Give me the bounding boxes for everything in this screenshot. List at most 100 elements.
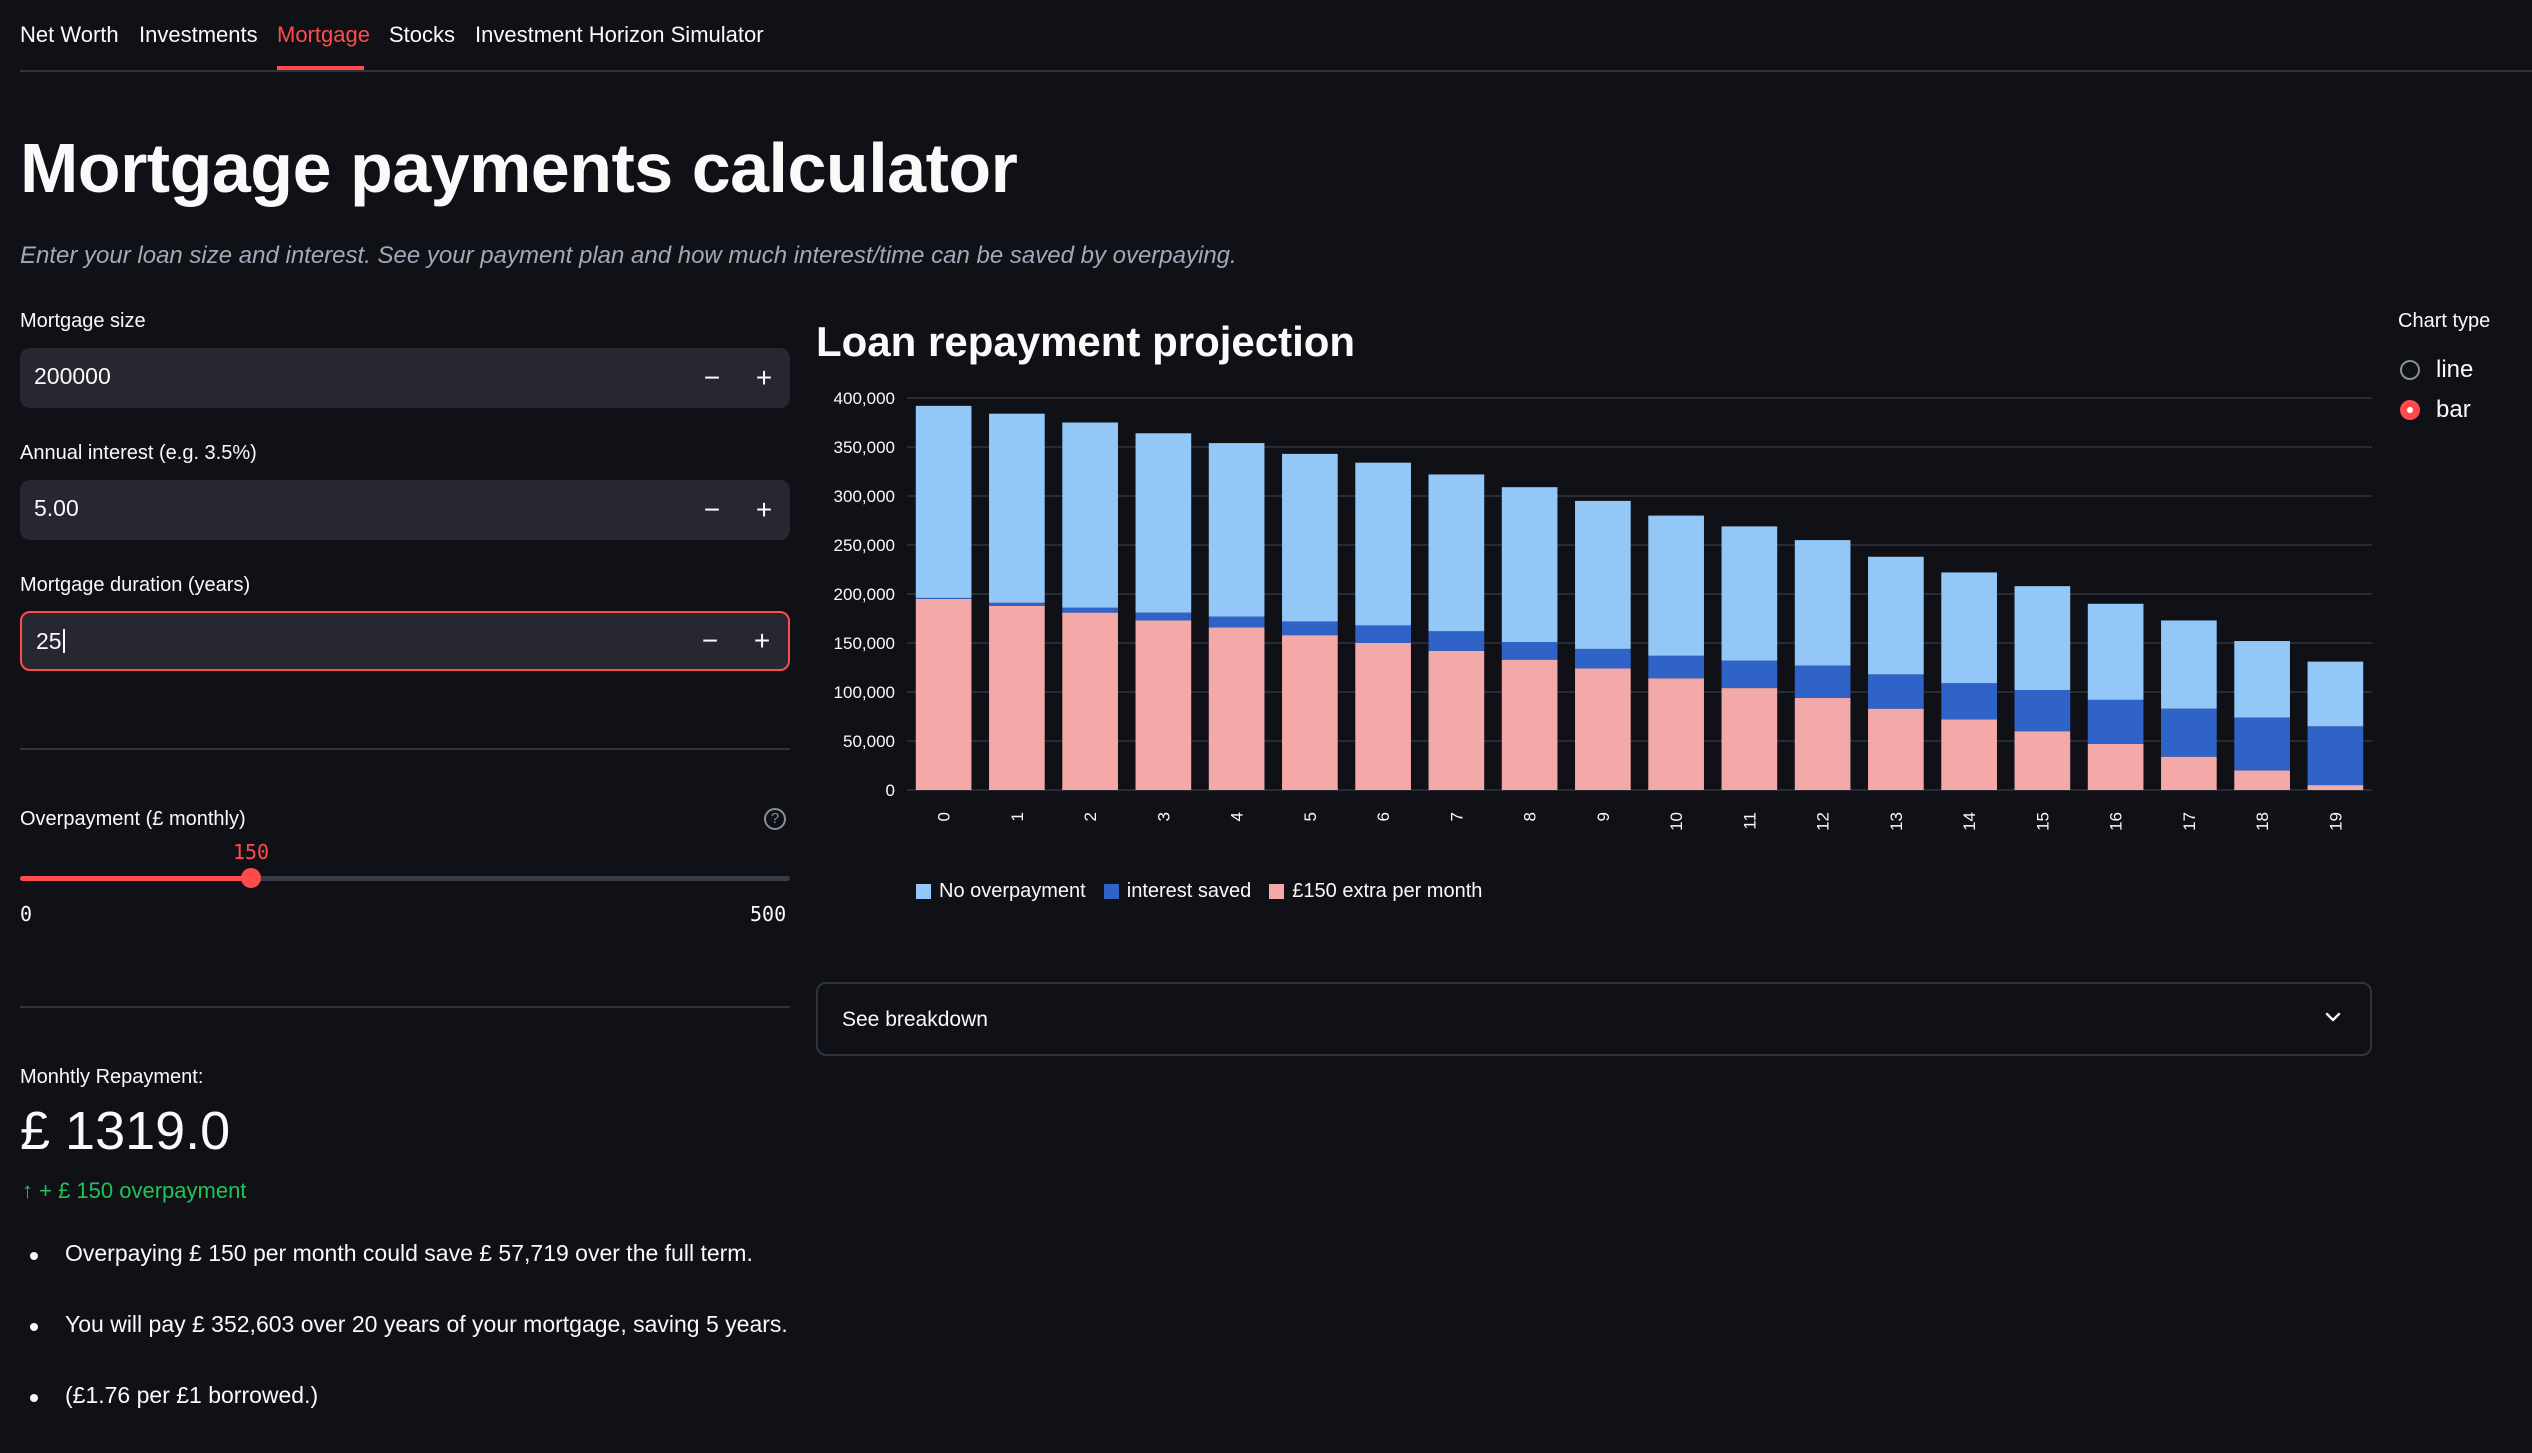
chart-bar [2014,731,2071,790]
chart-bar [1575,648,1631,669]
chart-bar [2307,785,2364,790]
x-tick-label: 4 [1228,812,1247,821]
question-circle-icon[interactable]: ? [764,808,786,830]
chart-bar [989,602,1045,606]
y-tick-label: 350,000 [834,438,895,457]
legend-swatch [916,884,931,899]
radio-line[interactable]: line [2400,356,2473,384]
chart-bar [1648,678,1704,790]
chart-bar [1062,422,1118,608]
x-tick-label: 6 [1374,812,1393,821]
x-tick-label: 7 [1447,812,1466,821]
chart-bar [1282,621,1338,636]
tab-stocks[interactable]: Stocks [389,22,455,48]
chart-bar [1428,631,1485,651]
x-tick-label: 8 [1521,812,1540,821]
annual-interest-input[interactable]: 5.00 − + [20,480,790,540]
chart-bar [1868,708,1924,790]
tab-investment-horizon-simulator[interactable]: Investment Horizon Simulator [475,22,764,48]
chart-bar [1721,688,1778,790]
overpayment-slider[interactable] [20,868,790,888]
x-tick-label: 11 [1740,812,1759,830]
chart-bar [1794,540,1851,666]
chart-bar [2161,708,2217,757]
legend-item: No overpayment [916,880,1086,903]
radio-circle[interactable] [2400,400,2420,420]
chart-bar [1355,643,1411,790]
tab-mortgage[interactable]: Mortgage [277,22,370,48]
overpayment-slider-fill [20,876,251,881]
loan-repayment-chart: 0 50,000 100,000 150,000 200,000 250,000 300,0… [834,389,2372,831]
active-tab-indicator [277,66,364,70]
radio-bar[interactable]: bar [2400,396,2471,424]
mortgage-size-value[interactable]: 200000 [34,363,111,390]
mortgage-duration-increment-button[interactable]: + [736,613,788,669]
x-tick-label: 5 [1301,812,1320,821]
chevron-down-icon [2322,1006,2344,1034]
chart-legend: No overpayment interest saved £150 extra p… [916,880,1482,903]
chart-bar [1721,660,1778,689]
chart-bar [1941,719,1997,790]
tab-investments[interactable]: Investments [139,22,258,48]
divider [20,748,790,750]
x-tick-label: 9 [1594,812,1613,821]
chart-bar [915,405,972,598]
chart-bar [2234,770,2290,790]
x-tick-label: 10 [1667,812,1686,831]
chart-bar [1135,433,1192,613]
y-tick-label: 150,000 [834,634,895,653]
radio-label-line: line [2436,356,2474,383]
legend-label: £150 extra per month [1292,880,1483,902]
chart-type-label: Chart type [2398,310,2491,332]
chart-bar [2087,603,2144,700]
mortgage-duration-value[interactable]: 25 [36,628,62,654]
radio-circle[interactable] [2400,360,2420,380]
legend-label: interest saved [1126,880,1252,902]
chart-bar [1135,620,1192,790]
chart-bar [1282,635,1338,790]
chart-bar [2234,717,2290,771]
expander-label: See breakdown [842,1008,988,1031]
chart-bar [2087,699,2144,744]
y-tick-label: 200,000 [834,585,895,604]
chart-bar [1428,474,1485,632]
annual-interest-value[interactable]: 5.00 [34,495,79,522]
mortgage-size-input[interactable]: 200000 − + [20,348,790,408]
chart-bar [1575,668,1631,790]
x-tick-label: 13 [1887,812,1906,831]
overpayment-slider-thumb[interactable] [241,868,261,888]
annual-interest-increment-button[interactable]: + [738,480,790,540]
divider [20,1006,790,1008]
mortgage-duration-decrement-button[interactable]: − [684,613,736,669]
x-tick-label: 0 [935,812,954,821]
y-tick-label: 50,000 [843,732,895,751]
mortgage-duration-input[interactable]: 25 − + [20,611,790,671]
legend-swatch [1103,884,1119,899]
mortgage-size-decrement-button[interactable]: − [686,348,738,408]
overpayment-slider-max: 500 [750,902,787,926]
chart-bar [915,597,972,599]
chart-bar [1575,500,1631,649]
annual-interest-decrement-button[interactable]: − [686,480,738,540]
chart-bar [1208,616,1265,628]
chart-bar [1062,607,1118,613]
radio-label-bar: bar [2436,396,2471,423]
chart-bar [1428,650,1485,790]
see-breakdown-expander[interactable]: See breakdown [816,982,2372,1056]
mortgage-duration-value-wrap[interactable]: 25 [36,628,65,655]
list-item: (£1.76 per £1 borrowed.) [20,1382,788,1453]
chart-bar [1135,612,1192,621]
tab-net-worth[interactable]: Net Worth [20,22,119,48]
chart-bar [2307,661,2364,727]
tab-bar: Net Worth Investments Mortgage Stocks In… [20,0,2532,72]
chart-bar [1208,443,1265,617]
mortgage-duration-label: Mortgage duration (years) [20,574,251,596]
chart-bar [1355,462,1411,626]
y-tick-label: 0 [886,781,895,800]
mortgage-size-increment-button[interactable]: + [738,348,790,408]
x-tick-label: 2 [1081,812,1100,821]
x-tick-label: 12 [1814,812,1833,831]
x-tick-label: 1 [1008,812,1027,821]
y-tick-label: 100,000 [834,683,895,702]
chart-bar [1208,627,1265,790]
